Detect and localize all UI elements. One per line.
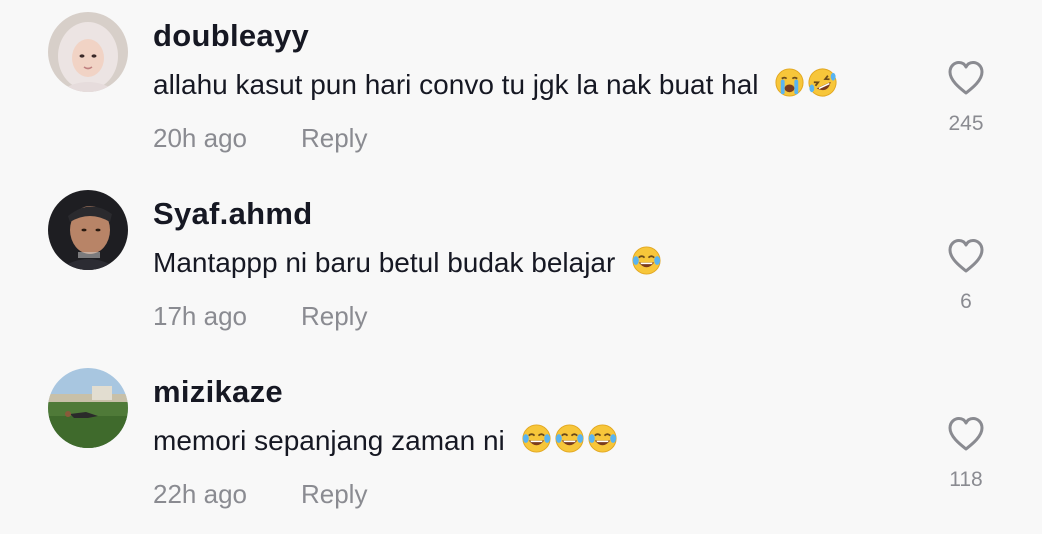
comment-meta: 22h ago Reply [153, 474, 367, 514]
loudly-crying-face-icon [774, 67, 805, 98]
reply-button[interactable]: Reply [301, 474, 367, 514]
like-control: 6 [936, 238, 996, 316]
comment-meta: 17h ago Reply [153, 296, 367, 336]
heart-icon[interactable] [947, 416, 985, 452]
comment-username[interactable]: mizikaze [153, 370, 283, 414]
comment-text-body: Mantappp ni baru betul budak belajar [153, 247, 616, 278]
reply-button[interactable]: Reply [301, 296, 367, 336]
like-count: 245 [948, 112, 984, 135]
face-with-tears-of-joy-icon [587, 423, 618, 454]
comment-meta: 20h ago Reply [153, 118, 367, 158]
like-count: 118 [949, 468, 983, 491]
comment-text-body: memori sepanjang zaman ni [153, 425, 505, 456]
comment-timestamp: 17h ago [153, 301, 247, 331]
heart-icon[interactable] [947, 238, 985, 274]
comment-username[interactable]: doubleayy [153, 14, 309, 58]
comment-timestamp: 22h ago [153, 479, 247, 509]
face-with-tears-of-joy-icon [521, 423, 552, 454]
comment-text: Mantappp ni baru betul budak belajar [153, 243, 662, 283]
comment-item: mizikaze memori sepanjang zaman ni 22h a… [0, 356, 1042, 534]
face-with-tears-of-joy-icon [631, 245, 662, 276]
like-control: 118 [936, 416, 996, 494]
like-count: 6 [960, 290, 972, 313]
comment-text: allahu kasut pun hari convo tu jgk la na… [153, 65, 838, 105]
comment-text: memori sepanjang zaman ni [153, 421, 618, 461]
avatar[interactable] [48, 12, 128, 92]
avatar-image [48, 368, 128, 448]
comment-text-body: allahu kasut pun hari convo tu jgk la na… [153, 69, 759, 100]
avatar[interactable] [48, 368, 128, 448]
comment-item: Syaf.ahmd Mantappp ni baru betul budak b… [0, 178, 1042, 356]
avatar-image [48, 12, 128, 92]
face-with-tears-of-joy-icon [554, 423, 585, 454]
like-control: 245 [936, 60, 996, 138]
comment-username[interactable]: Syaf.ahmd [153, 192, 312, 236]
comment-timestamp: 20h ago [153, 123, 247, 153]
avatar-image [48, 190, 128, 270]
rolling-on-floor-laughing-icon [807, 67, 838, 98]
avatar[interactable] [48, 190, 128, 270]
heart-icon[interactable] [947, 60, 985, 96]
comment-item: doubleayy allahu kasut pun hari convo tu… [0, 0, 1042, 178]
reply-button[interactable]: Reply [301, 118, 367, 158]
